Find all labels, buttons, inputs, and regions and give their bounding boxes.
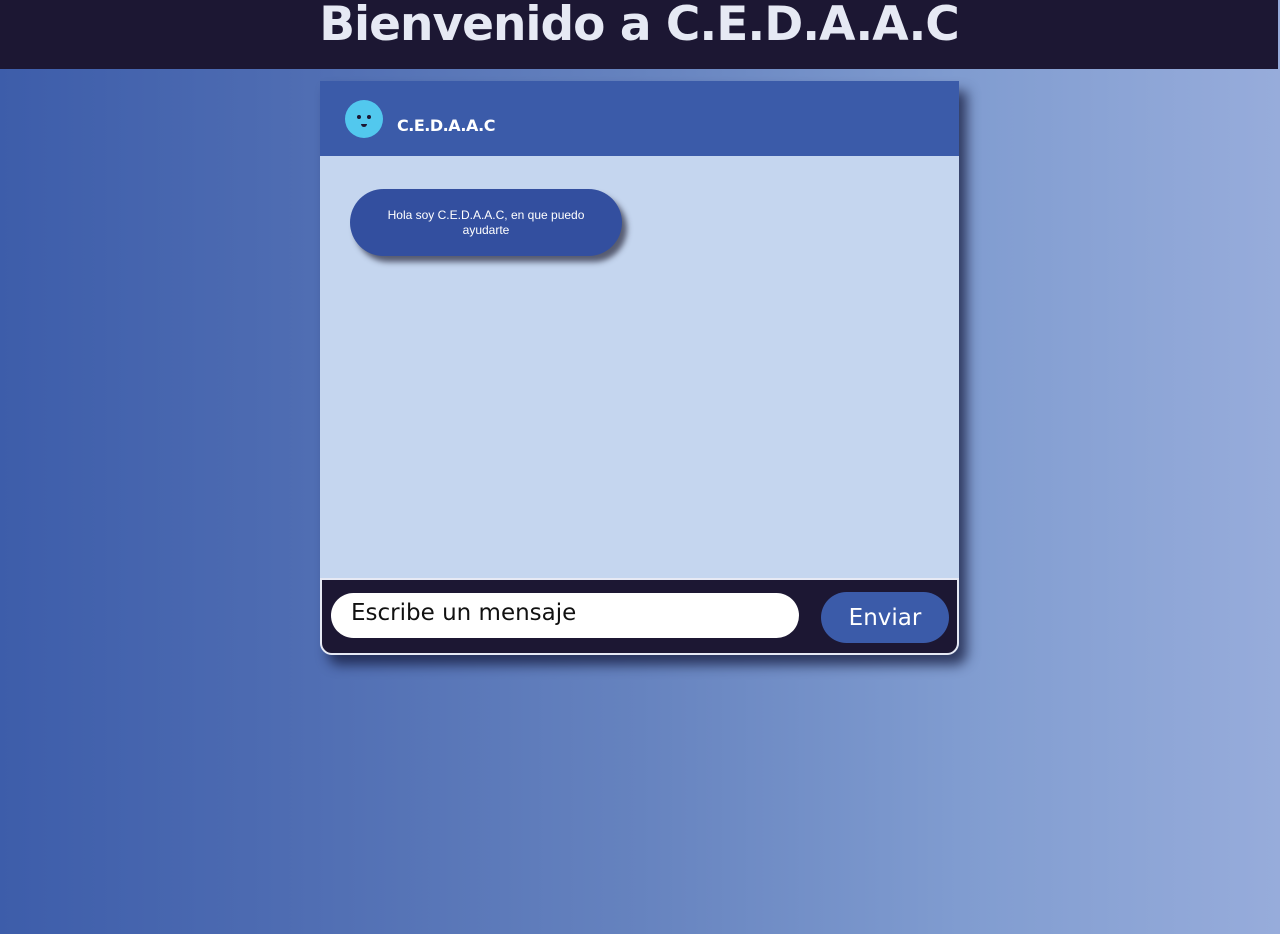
chat-header: C.E.D.A.A.C [320, 81, 959, 156]
avatar-mouth [361, 124, 367, 127]
avatar-left-eye [357, 115, 361, 119]
avatar-right-eye [367, 115, 371, 119]
input-bar: Enviar [320, 578, 959, 655]
bot-message: Hola soy C.E.D.A.A.C, en que puedo ayuda… [350, 189, 622, 256]
message-input[interactable] [331, 593, 799, 638]
send-button[interactable]: Enviar [821, 592, 949, 643]
message-list[interactable]: Hola soy C.E.D.A.A.C, en que puedo ayuda… [320, 156, 959, 578]
chat-window: C.E.D.A.A.C Hola soy C.E.D.A.A.C, en que… [320, 81, 959, 655]
top-bar: Bienvenido a C.E.D.A.A.C [0, 0, 1278, 69]
smiley-face-icon [345, 100, 383, 138]
chat-title: C.E.D.A.A.C [397, 116, 495, 135]
page-title: Bienvenido a C.E.D.A.A.C [319, 0, 960, 52]
